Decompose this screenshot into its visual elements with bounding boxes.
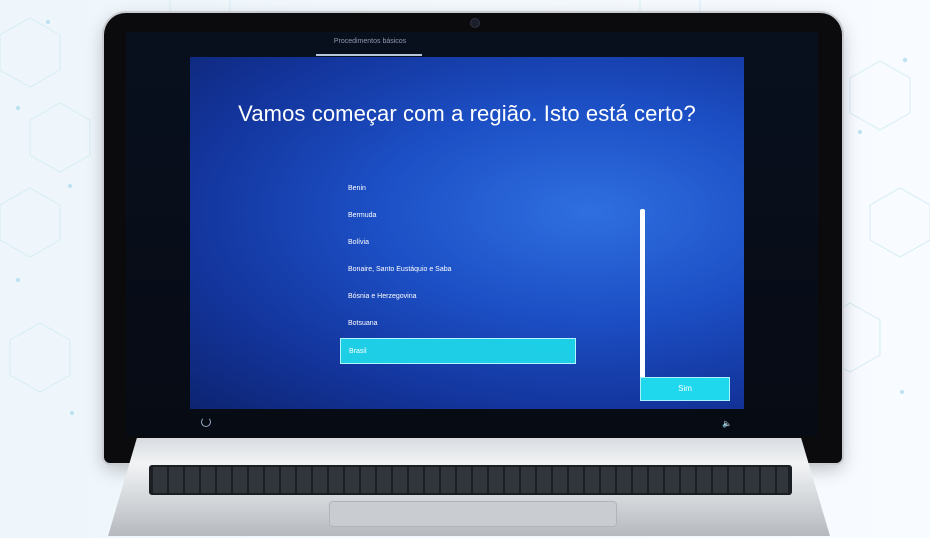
setup-panel: Vamos começar com a região. Isto está ce… [190, 57, 744, 409]
laptop-keyboard [149, 465, 792, 495]
power-icon[interactable] [201, 417, 211, 427]
region-list-scrollbar[interactable] [640, 209, 645, 393]
region-item-bonaire-santo-eustaquio-e-saba[interactable]: Bonaire, Santo Eustáquio e Saba [340, 257, 576, 283]
laptop-screen: Procedimentos básicos Vamos começar com … [126, 32, 818, 436]
webcam [470, 18, 480, 28]
region-list[interactable]: Benin Bermuda Bolívia Bonaire, Santo Eus… [340, 176, 576, 364]
region-item-bosnia-e-herzegovina[interactable]: Bósnia e Herzegovina [340, 284, 576, 310]
region-item-benin[interactable]: Benin [340, 176, 576, 202]
region-item-bermuda[interactable]: Bermuda [340, 203, 576, 229]
region-item-bolivia[interactable]: Bolívia [340, 230, 576, 256]
stage-tab-underline [316, 54, 422, 56]
setup-title: Vamos começar com a região. Isto está ce… [238, 101, 696, 126]
laptop-trackpad [329, 501, 617, 527]
stage-tab-basic-procedures[interactable]: Procedimentos básicos [318, 38, 422, 45]
region-item-brasil[interactable]: Brasil [340, 338, 576, 364]
region-item-botsuana[interactable]: Botsuana [340, 311, 576, 337]
volume-icon[interactable]: 🔈 [722, 419, 732, 428]
confirm-button[interactable]: Sim [640, 377, 730, 401]
